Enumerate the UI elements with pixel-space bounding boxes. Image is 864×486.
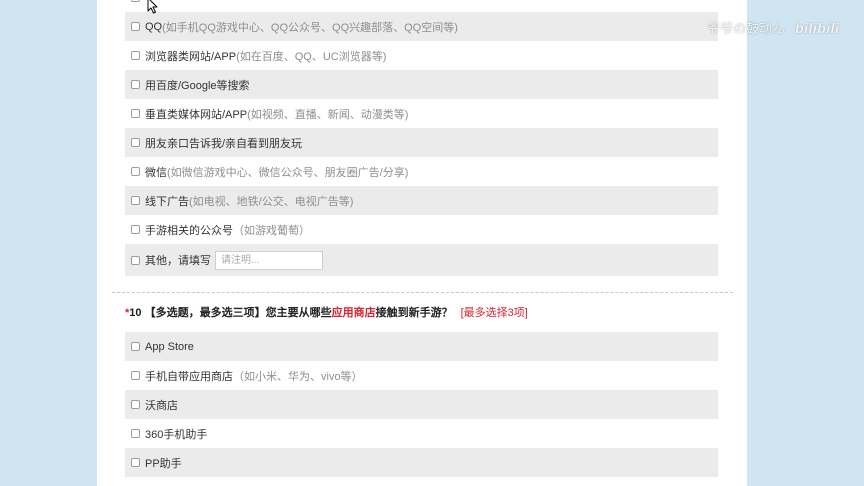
checkbox[interactable] (131, 458, 140, 467)
option-official-accounts[interactable]: 手游相关的公众号 （如游戏葡萄） (125, 215, 718, 244)
option-offline-ads[interactable]: 线下广告 (如电视、地铁/公交、电视广告等) (125, 186, 718, 215)
option-browser[interactable]: 浏览器类网站/APP (如在百度、QQ、UC浏览器等) (125, 41, 718, 70)
option-label: 线下广告 (145, 195, 189, 208)
option-label: 垂直类媒体网站/APP (145, 108, 248, 121)
checkbox[interactable] (131, 400, 140, 409)
question-text: 【多选题，最多选三项】您主要从哪些 (141, 307, 332, 319)
checkbox[interactable] (131, 109, 140, 118)
question-highlight: 应用商店 (331, 307, 376, 319)
checkbox[interactable] (131, 51, 140, 60)
question-10-title: *10 【多选题，最多选三项】您主要从哪些应用商店接触到新手游？ [最多选择3项] (125, 304, 528, 322)
option-360-assistant[interactable]: 360手机助手 (125, 419, 718, 448)
option-hint: (如电视、地铁/公交、电视广告等) (189, 195, 354, 208)
survey-panel: QQ (如手机QQ游戏中心、QQ公众号、QQ兴趣部落、QQ空间等) 浏览器类网站/… (97, 0, 747, 486)
option-wechat[interactable]: 微信 (如微信游戏中心、微信公众号、朋友圈广告/分享) (125, 157, 718, 186)
option-builtin-store[interactable]: 手机自带应用商店 （如小米、华为、vivo等） (125, 361, 718, 390)
option-label: 浏览器类网站/APP (145, 50, 237, 63)
option-friends[interactable]: 朋友亲口告诉我/亲自看到朋友玩 (125, 128, 718, 157)
question-number: 10 (129, 307, 142, 319)
option-other[interactable]: 其他，请填写 (125, 244, 718, 276)
option-app-store[interactable]: App Store (125, 332, 718, 361)
option-label: 微信 (145, 166, 167, 179)
mouse-cursor-icon (147, 0, 158, 14)
checkbox[interactable] (131, 0, 140, 2)
option-label: 朋友亲口告诉我/亲自看到朋友玩 (145, 137, 303, 150)
option-hint: （如游戏葡萄） (233, 224, 310, 237)
option-qq[interactable]: QQ (如手机QQ游戏中心、QQ公众号、QQ兴趣部落、QQ空间等) (125, 12, 718, 41)
checkbox[interactable] (131, 225, 140, 234)
checkbox[interactable] (131, 80, 140, 89)
checkbox[interactable] (131, 167, 140, 176)
option-hint: (如手机QQ游戏中心、QQ公众号、QQ兴趣部落、QQ空间等) (162, 21, 458, 34)
prev-question-options: QQ (如手机QQ游戏中心、QQ公众号、QQ兴趣部落、QQ空间等) 浏览器类网站/… (125, 0, 718, 276)
checkbox[interactable] (131, 371, 140, 380)
checkbox[interactable] (131, 255, 140, 265)
checkbox[interactable] (131, 138, 140, 147)
bilibili-logo: bilibili (795, 20, 840, 36)
other-specify-input[interactable] (215, 250, 323, 270)
option-label: PP助手 (145, 457, 182, 470)
option-pp-assistant[interactable]: PP助手 (125, 448, 718, 477)
option-label: 其他，请填写 (145, 255, 211, 267)
question-divider (112, 292, 733, 293)
checkbox[interactable] (131, 22, 140, 31)
checkbox[interactable] (131, 342, 140, 351)
checkbox[interactable] (131, 196, 140, 205)
option-wo-store[interactable]: 沃商店 (125, 390, 718, 419)
option-hint: (如微信游戏中心、微信公众号、朋友圈广告/分享) (167, 166, 409, 179)
option-hint: （如小米、华为、vivo等） (233, 370, 363, 383)
option-partial-cutoff[interactable] (125, 0, 718, 12)
option-label: 手游相关的公众号 (145, 224, 233, 237)
option-hint: (如在百度、QQ、UC浏览器等) (236, 50, 387, 63)
watermark-text: 爷爷の鼓动ん (707, 21, 786, 36)
option-label: 手机自带应用商店 (145, 370, 233, 383)
question-10-options: App Store 手机自带应用商店 （如小米、华为、vivo等） 沃商店 360… (125, 332, 718, 486)
selection-limit-note: [最多选择3项] (460, 307, 528, 319)
option-search[interactable]: 用百度/Google等搜索 (125, 70, 718, 99)
option-vertical-media[interactable]: 垂直类媒体网站/APP (如视频、直播、新闻、动漫类等) (125, 99, 718, 128)
option-label: 用百度/Google等搜索 (145, 79, 250, 92)
question-text-end: 接触到新手游？ (375, 307, 453, 319)
option-hint: (如视频、直播、新闻、动漫类等) (247, 108, 409, 121)
option-row-cutoff (125, 477, 718, 486)
option-label: 沃商店 (145, 399, 178, 412)
option-label: QQ (145, 20, 163, 33)
checkbox[interactable] (131, 429, 140, 438)
video-watermark: 爷爷の鼓动ん bilibili (707, 18, 839, 39)
option-label: 360手机助手 (145, 428, 208, 441)
option-label: App Store (145, 340, 194, 353)
